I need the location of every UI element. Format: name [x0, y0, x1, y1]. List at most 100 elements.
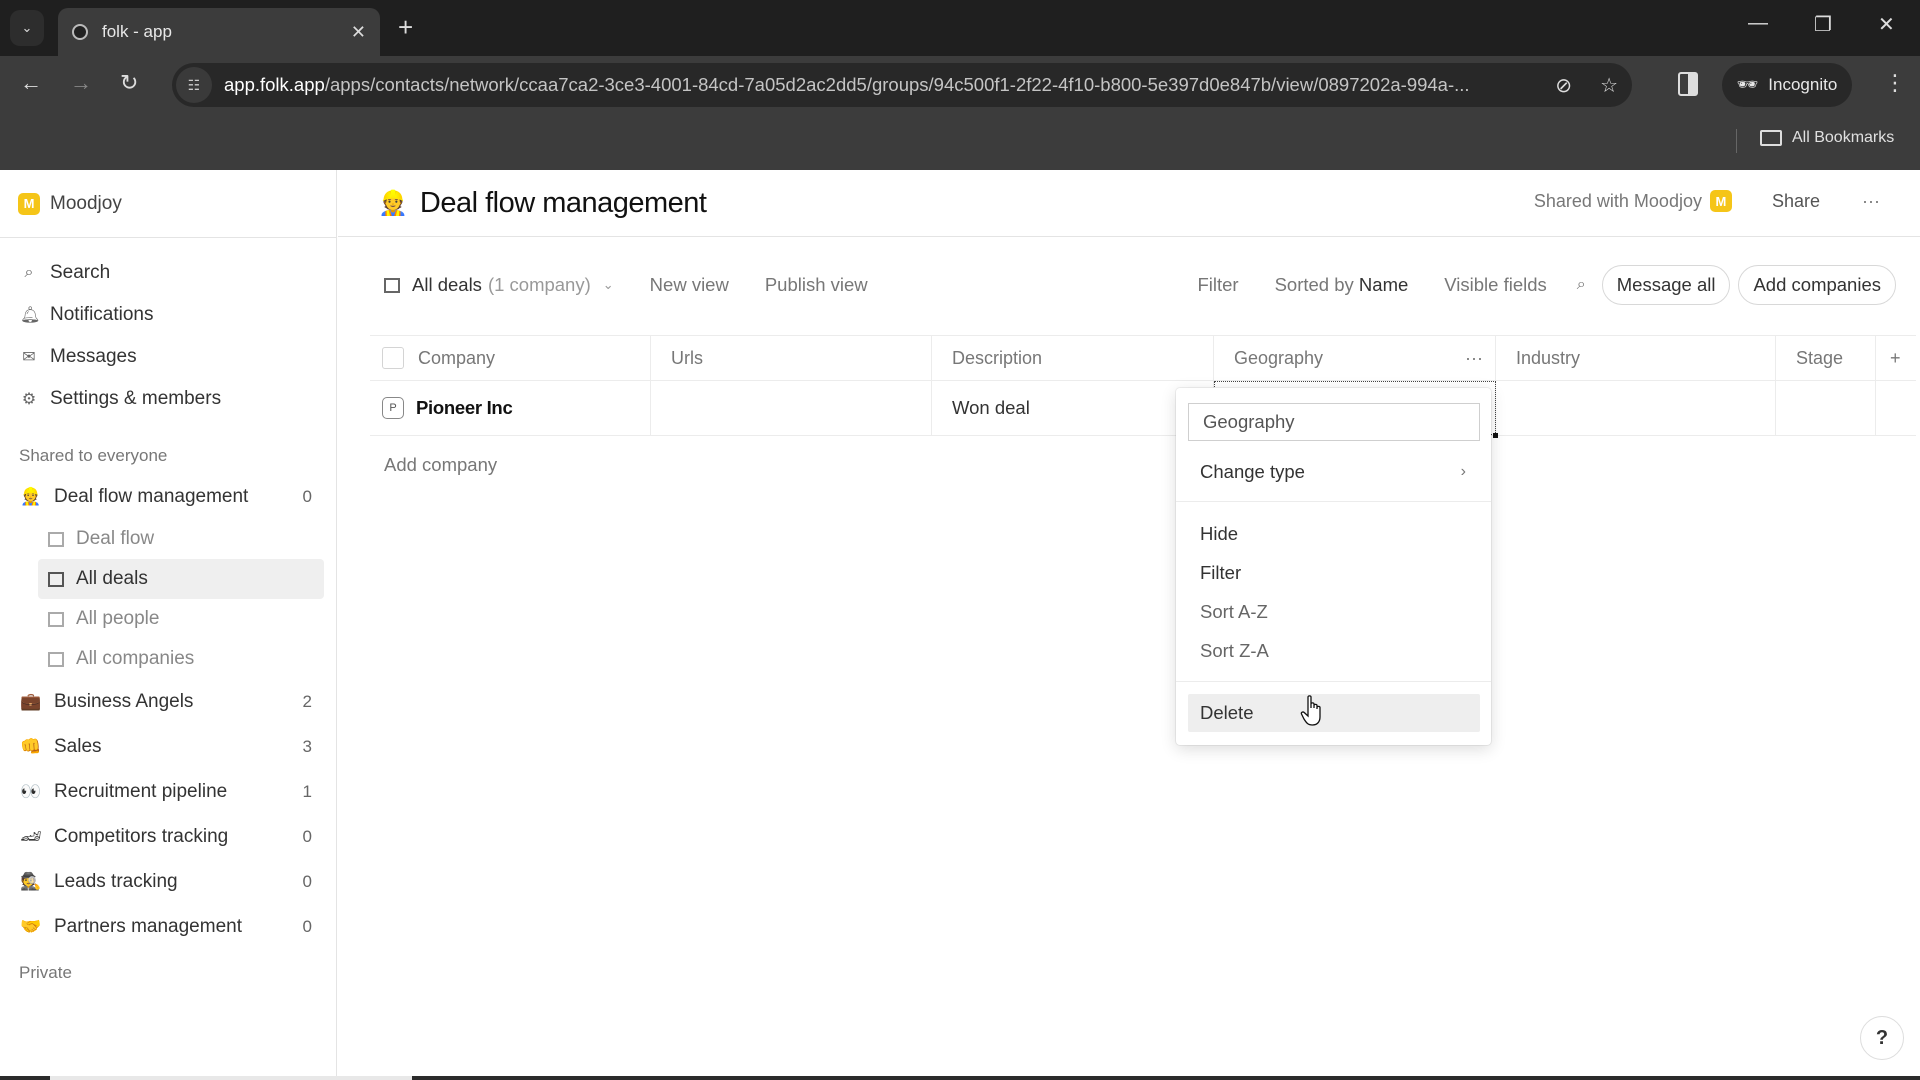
forward-icon[interactable]: →: [70, 70, 92, 96]
sidebar-view-all-companies[interactable]: All companies: [38, 639, 324, 679]
menu-item-label: Change type: [1200, 461, 1305, 482]
cell-stage[interactable]: [1776, 381, 1876, 435]
sidebar-view-all-deals[interactable]: All deals: [38, 559, 324, 599]
sidebar-item-settings[interactable]: ⚙ Settings & members: [0, 378, 336, 420]
add-company-button[interactable]: Add company: [384, 454, 497, 476]
sidebar-view-deal-flow[interactable]: Deal flow: [38, 519, 324, 559]
filter-button[interactable]: Filter: [1197, 274, 1238, 296]
column-label: Industry: [1516, 347, 1581, 368]
help-button[interactable]: ?: [1860, 1016, 1904, 1060]
url-text[interactable]: app.folk.app/apps/contacts/network/ccaa7…: [224, 74, 1541, 96]
sort-button[interactable]: Sorted by Name: [1275, 274, 1409, 296]
column-header-urls[interactable]: Urls: [651, 336, 932, 380]
group-count: 2: [302, 691, 312, 711]
select-all-checkbox[interactable]: [382, 347, 404, 369]
table-row[interactable]: P Pioneer Inc Won deal: [370, 381, 1916, 438]
field-name-input[interactable]: [1188, 403, 1480, 441]
workspace-switcher[interactable]: M Moodjoy: [0, 170, 336, 238]
sidebar-item-messages[interactable]: ✉ Messages: [0, 336, 336, 378]
column-header-geography[interactable]: Geography ···: [1214, 336, 1496, 380]
address-bar[interactable]: ☷ app.folk.app/apps/contacts/network/cca…: [172, 63, 1632, 107]
add-column-button[interactable]: +: [1876, 336, 1916, 380]
view-selector[interactable]: All deals (1 company) ⌄: [384, 274, 614, 296]
construction-worker-icon: 👷: [378, 189, 408, 217]
sidebar-item-label: Notifications: [50, 304, 154, 325]
menu-item-filter[interactable]: Filter: [1188, 554, 1480, 592]
sidebar-group-recruitment-pipeline[interactable]: 👀 Recruitment pipeline 1: [0, 769, 336, 814]
sidebar-view-all-people[interactable]: All people: [38, 599, 324, 639]
sidebar-group-business-angels[interactable]: 💼 Business Angels 2: [0, 679, 336, 724]
kanban-icon: [48, 531, 64, 547]
reload-icon[interactable]: ↻: [120, 70, 138, 96]
cell-industry[interactable]: [1496, 381, 1776, 435]
menu-item-sort-az[interactable]: Sort A-Z: [1188, 593, 1480, 631]
workspace-avatar: M: [18, 192, 40, 215]
eyes-icon: 👀: [20, 781, 42, 801]
star-icon[interactable]: ☆: [1600, 73, 1618, 98]
cell-company[interactable]: P Pioneer Inc: [370, 381, 651, 435]
main-content: 👷 Deal flow management Shared with Moodj…: [338, 170, 1920, 1080]
cell-description[interactable]: Won deal: [932, 381, 1214, 435]
new-tab-button[interactable]: +: [398, 12, 413, 43]
table-icon: [48, 651, 64, 667]
column-options-icon[interactable]: ···: [1465, 348, 1483, 369]
company-name[interactable]: Pioneer Inc: [416, 397, 513, 419]
minimize-icon[interactable]: —: [1748, 12, 1768, 35]
chevron-down-icon: ⌄: [21, 20, 33, 35]
add-companies-button[interactable]: Add companies: [1738, 265, 1896, 305]
publish-view-button[interactable]: Publish view: [765, 274, 868, 296]
table-icon: [384, 277, 400, 293]
tab-title: folk - app: [102, 22, 172, 41]
group-name: Partners management: [54, 915, 242, 937]
sidebar-group-sales[interactable]: 👊 Sales 3: [0, 724, 336, 769]
close-tab-icon[interactable]: ✕: [351, 22, 366, 43]
group-count: 0: [302, 871, 312, 891]
sidebar-group-deal-flow-management[interactable]: 👷 Deal flow management 0: [0, 474, 336, 519]
sidebar-group-partners-management[interactable]: 🤝 Partners management 0: [0, 904, 336, 949]
menu-item-delete[interactable]: Delete: [1188, 694, 1480, 732]
more-options-icon[interactable]: ···: [1862, 191, 1880, 212]
table-icon: [48, 571, 64, 587]
table-header-row: Company Urls Description Geography ··· I…: [370, 335, 1916, 381]
browser-menu-icon[interactable]: ⋮: [1884, 70, 1906, 96]
eye-off-icon[interactable]: ⊘: [1555, 73, 1572, 98]
share-button[interactable]: Share: [1772, 191, 1820, 212]
handshake-icon: 🤝: [20, 916, 42, 936]
shared-with-label[interactable]: Shared with Moodjoy: [1534, 191, 1702, 212]
menu-item-sort-za[interactable]: Sort Z-A: [1188, 632, 1480, 670]
tab-search-button[interactable]: ⌄: [10, 10, 44, 46]
message-all-button[interactable]: Message all: [1601, 265, 1731, 305]
menu-item-change-type[interactable]: Change type ›: [1188, 453, 1480, 491]
browser-tab-bar: ⌄ folk - app ✕ + — ❐ ✕: [0, 0, 1920, 56]
view-toolbar: All deals (1 company) ⌄ New view Publish…: [338, 262, 1920, 308]
sidebar-item-notifications[interactable]: 🔔︎ Notifications: [0, 294, 336, 336]
new-view-button[interactable]: New view: [650, 274, 729, 296]
side-panel-icon[interactable]: [1678, 72, 1698, 96]
close-window-icon[interactable]: ✕: [1878, 12, 1895, 37]
column-header-industry[interactable]: Industry: [1496, 336, 1776, 380]
sidebar-item-search[interactable]: ⌕ Search: [0, 252, 336, 294]
chevron-down-icon: ⌄: [602, 277, 614, 292]
all-bookmarks-button[interactable]: All Bookmarks: [1760, 129, 1894, 147]
browser-tab[interactable]: folk - app ✕: [58, 8, 380, 56]
group-count: 1: [302, 781, 312, 801]
visible-fields-button[interactable]: Visible fields: [1444, 274, 1547, 296]
bookmarks-divider: [1736, 129, 1737, 153]
group-name: Recruitment pipeline: [54, 780, 228, 802]
column-header-stage[interactable]: Stage: [1776, 336, 1876, 380]
column-header-description[interactable]: Description: [932, 336, 1214, 380]
incognito-badge[interactable]: 🕶 Incognito: [1722, 63, 1852, 107]
sidebar-group-competitors-tracking[interactable]: 🏎 Competitors tracking 0: [0, 814, 336, 859]
site-info-icon[interactable]: ☷: [176, 67, 212, 103]
restore-icon[interactable]: ❐: [1814, 12, 1832, 37]
search-icon[interactable]: ⌕: [1577, 276, 1586, 294]
column-header-company[interactable]: Company: [370, 336, 651, 380]
sidebar-group-leads-tracking[interactable]: 🕵 Leads tracking 0: [0, 859, 336, 904]
construction-worker-icon: 👷: [20, 486, 42, 506]
cell-urls[interactable]: [651, 381, 932, 435]
chevron-right-icon: ›: [1460, 463, 1466, 480]
section-label-private: Private: [19, 963, 72, 982]
menu-item-hide[interactable]: Hide: [1188, 515, 1480, 553]
group-count: 0: [302, 486, 312, 506]
back-icon[interactable]: ←: [20, 70, 42, 96]
